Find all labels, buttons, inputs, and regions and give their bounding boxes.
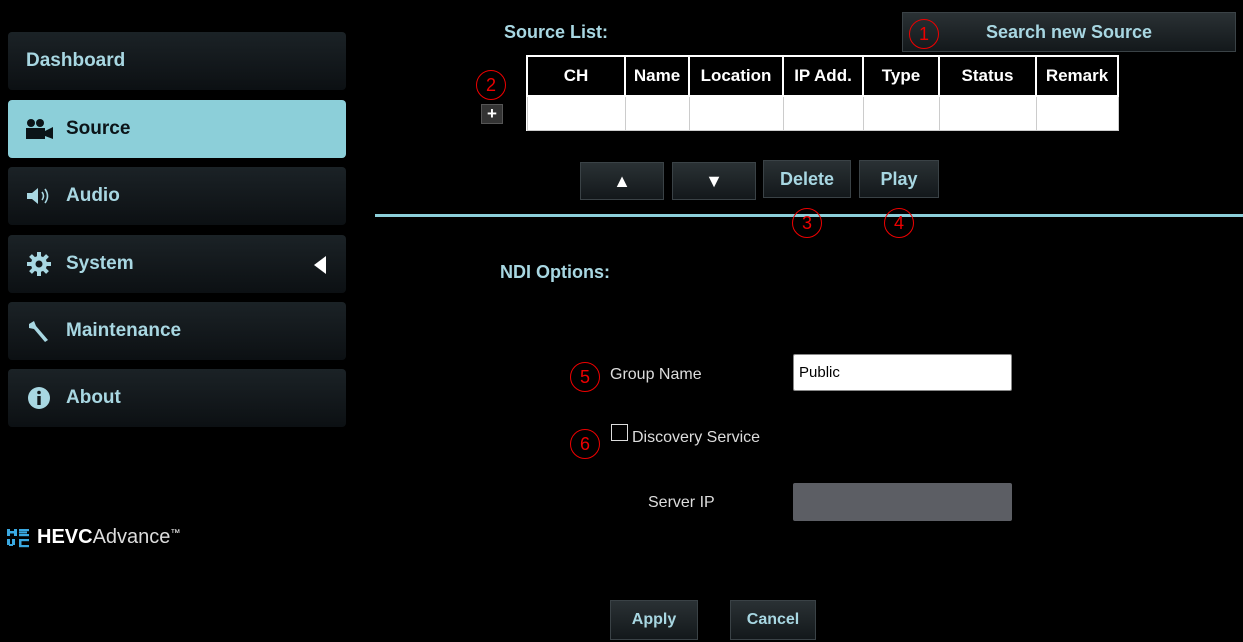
move-up-button[interactable]: ▲ <box>580 162 664 200</box>
sidebar-item-label: Maintenance <box>66 320 182 341</box>
sidebar-item-label: About <box>66 387 121 408</box>
callout-marker-3: 3 <box>792 208 822 238</box>
logo-trademark: ™ <box>170 528 181 539</box>
column-header-remark: Remark <box>1035 55 1119 97</box>
sidebar-item-maintenance[interactable]: Maintenance <box>8 302 346 360</box>
callout-marker-1: 1 <box>909 19 939 49</box>
group-name-input[interactable]: Public <box>793 354 1012 391</box>
play-button[interactable]: Play <box>859 160 939 198</box>
callout-marker-5: 5 <box>570 362 600 392</box>
table-row[interactable] <box>526 95 1119 131</box>
sidebar-item-label: Source <box>66 118 131 139</box>
source-list-heading: Source List: <box>504 22 609 42</box>
info-icon <box>24 385 54 411</box>
discovery-service-label: Discovery Service <box>632 429 761 446</box>
logo-text-thin: Advance <box>92 526 171 548</box>
server-ip-label: Server IP <box>648 494 715 511</box>
sidebar-item-about[interactable]: About <box>8 369 346 427</box>
sidebar-item-source[interactable]: Source <box>8 100 346 158</box>
column-header-type: Type <box>862 55 940 97</box>
sidebar-item-label: Dashboard <box>26 50 126 71</box>
discovery-service-checkbox[interactable] <box>611 424 628 441</box>
gear-icon <box>24 251 54 277</box>
sidebar-item-dashboard[interactable]: Dashboard <box>8 32 346 90</box>
sidebar-item-label: Audio <box>66 185 120 206</box>
column-header-ip: IP Add. <box>782 55 864 97</box>
table-header-row: CH Name Location IP Add. Type Status Rem… <box>526 55 1119 97</box>
callout-marker-2: 2 <box>476 70 506 100</box>
add-source-button[interactable]: + <box>481 104 503 124</box>
column-header-name: Name <box>624 55 690 97</box>
speaker-icon <box>24 183 54 209</box>
video-camera-icon <box>24 116 54 142</box>
callout-marker-4: 4 <box>884 208 914 238</box>
sidebar: Dashboard Source Audio System Maintenanc… <box>0 0 356 642</box>
move-down-button[interactable]: ▼ <box>672 162 756 200</box>
delete-button[interactable]: Delete <box>763 160 851 198</box>
column-header-location: Location <box>688 55 784 97</box>
search-new-source-button[interactable]: Search new Source <box>902 12 1236 52</box>
chevron-left-icon[interactable] <box>314 256 326 274</box>
column-header-ch: CH <box>526 55 626 97</box>
sidebar-item-system[interactable]: System <box>8 235 346 293</box>
group-name-label: Group Name <box>610 366 702 383</box>
ndi-options-heading: NDI Options: <box>500 262 610 282</box>
sidebar-item-audio[interactable]: Audio <box>8 167 346 225</box>
source-table: CH Name Location IP Add. Type Status Rem… <box>526 55 1119 131</box>
callout-marker-6: 6 <box>570 429 600 459</box>
server-ip-input[interactable] <box>793 483 1012 521</box>
hevc-advance-logo: HEVC Advance ™ <box>7 526 180 549</box>
apply-button[interactable]: Apply <box>610 600 698 640</box>
column-header-status: Status <box>938 55 1037 97</box>
wrench-icon <box>24 318 54 344</box>
hevc-logo-icon <box>7 528 29 547</box>
sidebar-item-label: System <box>66 253 134 274</box>
cancel-button[interactable]: Cancel <box>730 600 816 640</box>
logo-text-bold: HEVC <box>37 526 93 548</box>
